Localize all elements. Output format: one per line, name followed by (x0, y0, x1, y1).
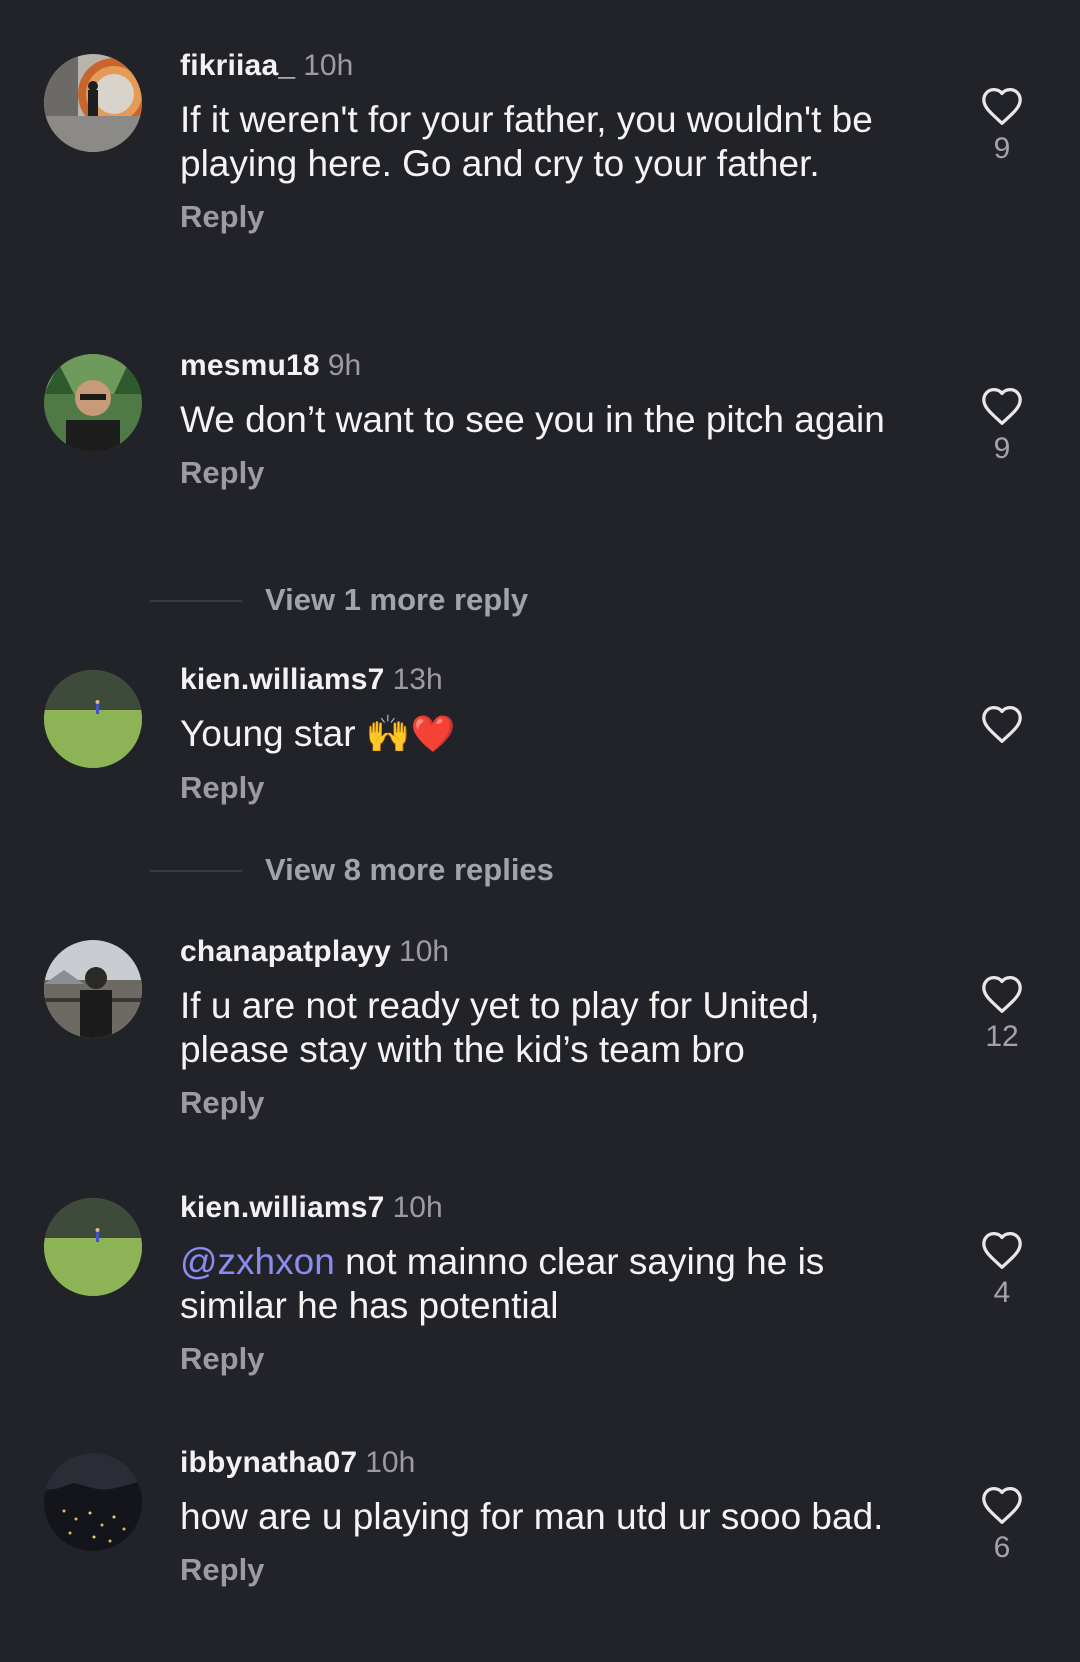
heart-outline-icon[interactable] (980, 704, 1024, 744)
like-count: 4 (993, 1276, 1011, 1309)
reply-button[interactable]: Reply (180, 454, 264, 492)
comment-username[interactable]: kien.williams7 (180, 663, 385, 696)
thread-line (150, 600, 242, 602)
avatar[interactable] (44, 670, 142, 768)
like-control (978, 704, 1026, 750)
like-control: 9 (978, 86, 1026, 166)
avatar[interactable] (44, 940, 142, 1038)
like-count: 12 (985, 1020, 1019, 1053)
comment-text: If it weren't for your father, you would… (180, 99, 873, 184)
like-control: 6 (978, 1485, 1026, 1565)
like-control: 9 (978, 386, 1026, 466)
reply-button[interactable]: Reply (180, 1551, 264, 1589)
thread-line (150, 870, 242, 872)
comment-timestamp: 10h (399, 935, 450, 968)
avatar[interactable] (44, 54, 142, 152)
avatar[interactable] (44, 1198, 142, 1296)
heart-outline-icon[interactable] (980, 974, 1024, 1014)
comment-timestamp: 9h (327, 349, 362, 382)
avatar[interactable] (44, 354, 142, 452)
comment-text: how are u playing for man utd ur sooo ba… (180, 1496, 884, 1537)
comment-timestamp: 10h (303, 49, 354, 82)
heart-outline-icon[interactable] (980, 386, 1024, 426)
like-count: 9 (993, 432, 1011, 465)
comment-text: If u are not ready yet to play for Unite… (180, 985, 820, 1070)
heart-outline-icon[interactable] (980, 1230, 1024, 1270)
heart-outline-icon[interactable] (980, 1485, 1024, 1525)
comment-username[interactable]: mesmu18 (180, 349, 320, 382)
comment-username[interactable]: fikriiaa_ (180, 49, 295, 82)
view-more-replies-label[interactable]: View 1 more reply (265, 580, 528, 620)
like-control: 12 (978, 974, 1026, 1054)
reply-button[interactable]: Reply (180, 1340, 264, 1378)
reply-button[interactable]: Reply (180, 198, 264, 236)
view-more-replies-label[interactable]: View 8 more replies (265, 850, 554, 890)
avatar[interactable] (44, 1453, 142, 1551)
comment-username[interactable]: kien.williams7 (180, 1191, 385, 1224)
reply-button[interactable]: Reply (180, 1084, 264, 1122)
comment-text-body: Young star (180, 713, 356, 754)
view-more-replies[interactable]: View 8 more replies (150, 850, 850, 890)
view-more-replies[interactable]: View 1 more reply (150, 580, 850, 620)
comment-timestamp: 13h (392, 663, 443, 696)
comment-text: Young star 🙌❤️ (180, 712, 920, 757)
emoji-raised-hands-heart: 🙌❤️ (365, 714, 456, 755)
reply-button[interactable]: Reply (180, 769, 264, 807)
comment-text: We don’t want to see you in the pitch ag… (180, 399, 885, 440)
comment-text: @zxhxon not mainno clear saying he is si… (180, 1240, 920, 1328)
comment-username[interactable]: ibbynatha07 (180, 1446, 357, 1479)
like-control: 4 (978, 1230, 1026, 1310)
like-count: 6 (993, 1531, 1011, 1564)
mention-link[interactable]: @zxhxon (180, 1241, 335, 1282)
comment-timestamp: 10h (392, 1191, 443, 1224)
comment-timestamp: 10h (365, 1446, 416, 1479)
like-count: 9 (993, 132, 1011, 165)
heart-outline-icon[interactable] (980, 86, 1024, 126)
previous-comment-fragment (440, 0, 540, 2)
comment-username[interactable]: chanapatplayy (180, 935, 391, 968)
